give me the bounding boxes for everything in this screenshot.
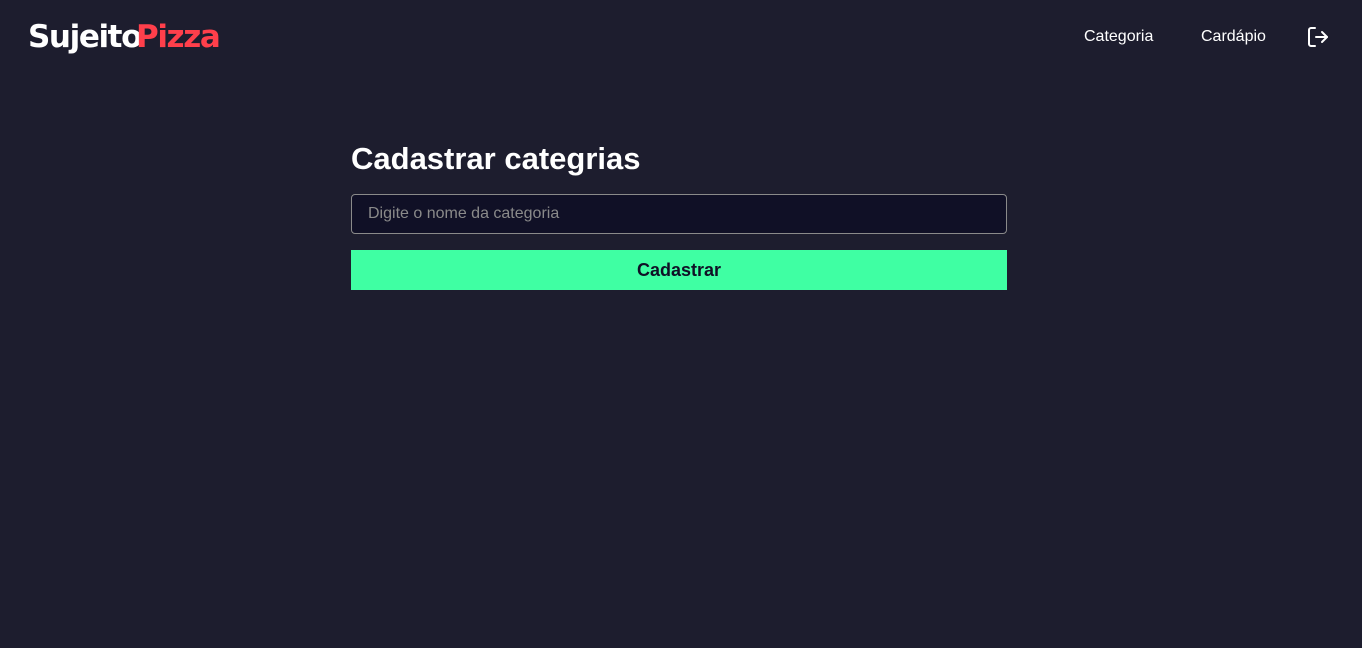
- page-title: Cadastrar categrias: [351, 141, 641, 176]
- logo-text-pizza: Pizza: [136, 19, 221, 55]
- main-content: Cadastrar categrias Cadastrar: [351, 138, 1007, 290]
- logout-icon: [1308, 27, 1328, 47]
- app-header: SujeitoPizza Categoria Cardápio: [0, 0, 1362, 76]
- logout-button[interactable]: [1306, 25, 1330, 49]
- logo[interactable]: SujeitoPizza: [28, 18, 221, 56]
- nav-link-categoria[interactable]: Categoria: [1084, 27, 1153, 47]
- nav-link-cardapio[interactable]: Cardápio: [1201, 27, 1266, 47]
- category-name-input[interactable]: [351, 194, 1007, 234]
- logo-text-sujeito: Sujeito: [28, 19, 142, 55]
- cadastrar-button[interactable]: Cadastrar: [351, 250, 1007, 290]
- category-form: Cadastrar: [351, 194, 1007, 290]
